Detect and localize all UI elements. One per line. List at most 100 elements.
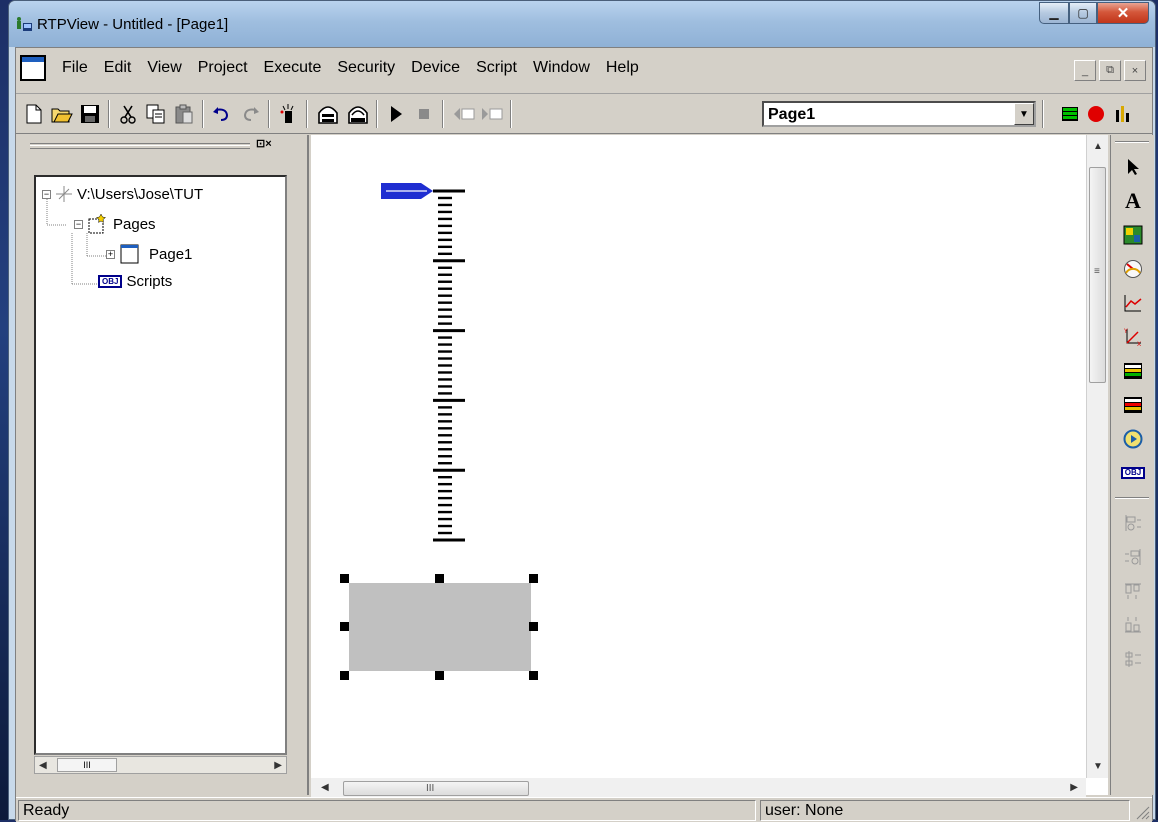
scale-pointer[interactable] — [381, 183, 433, 199]
selected-rectangle[interactable] — [340, 574, 538, 680]
menu-execute[interactable]: Execute — [256, 59, 330, 77]
paste-icon[interactable] — [172, 102, 196, 126]
project-icon — [56, 186, 72, 202]
close-button[interactable]: ✕ — [1097, 2, 1149, 24]
minimize-button[interactable]: ▁ — [1039, 2, 1069, 24]
mdi-minimize-button[interactable]: _ — [1074, 60, 1096, 81]
tree-item-scripts[interactable]: OBJ Scripts — [98, 273, 172, 290]
menu-window[interactable]: Window — [525, 59, 598, 77]
tree-item-root[interactable]: − V:\Users\Jose\TUT — [42, 185, 203, 203]
collapse-icon[interactable]: − — [74, 219, 83, 229]
toolbar-separator — [268, 100, 270, 128]
build-icon[interactable] — [316, 102, 340, 126]
scroll-left-icon[interactable]: ◀ — [39, 760, 47, 771]
menu-edit[interactable]: Edit — [96, 59, 140, 77]
vertical-scale[interactable] — [433, 189, 465, 542]
pages-icon — [88, 213, 107, 234]
tree-item-pages[interactable]: − Pages — [74, 213, 156, 235]
record-icon[interactable] — [1084, 102, 1108, 126]
tree-pages-label: Pages — [113, 215, 156, 233]
page-select[interactable]: Page1 ▼ — [762, 101, 1036, 127]
palette-grip[interactable] — [1115, 141, 1149, 143]
page-icon — [120, 244, 139, 264]
gauge-tool-icon[interactable] — [1121, 257, 1145, 281]
menu-items: File Edit View Project Execute Security … — [54, 59, 647, 77]
align-right-icon[interactable] — [1121, 545, 1145, 569]
build-all-icon[interactable] — [346, 102, 370, 126]
event-tool-icon[interactable] — [1121, 393, 1145, 417]
tree-item-page1[interactable]: + Page1 — [106, 243, 192, 265]
scroll-down-icon[interactable]: ▼ — [1093, 761, 1103, 772]
menu-security[interactable]: Security — [329, 59, 403, 77]
magic-icon[interactable] — [276, 102, 300, 126]
scroll-thumb[interactable]: III — [343, 781, 529, 796]
document-icon[interactable] — [20, 55, 46, 81]
menu-device[interactable]: Device — [403, 59, 468, 77]
canvas-vertical-scrollbar[interactable]: ▲ ≡ ▼ — [1086, 135, 1108, 778]
align-bottom-icon[interactable] — [1121, 613, 1145, 637]
stop-icon[interactable] — [412, 102, 436, 126]
redo-icon[interactable] — [238, 102, 262, 126]
scroll-thumb[interactable]: III — [57, 758, 117, 772]
scroll-right-icon[interactable]: ▶ — [274, 760, 282, 771]
menu-view[interactable]: View — [139, 59, 189, 77]
copy-icon[interactable] — [144, 102, 168, 126]
new-icon[interactable] — [22, 102, 46, 126]
media-tool-icon[interactable] — [1121, 427, 1145, 451]
toolbar-separator — [510, 100, 512, 128]
bitmap-tool-icon[interactable] — [1121, 223, 1145, 247]
align-left-icon[interactable] — [1121, 511, 1145, 535]
status-bar: Ready user: None — [16, 797, 1152, 822]
text-tool-icon[interactable]: A — [1121, 189, 1145, 213]
toolbar-separator — [202, 100, 204, 128]
collapse-icon[interactable]: − — [42, 189, 51, 199]
align-top-icon[interactable] — [1121, 579, 1145, 603]
next-page-icon[interactable] — [480, 102, 504, 126]
toolbar-separator — [306, 100, 308, 128]
minimize-icon: _ — [1081, 64, 1089, 77]
scroll-right-icon[interactable]: ▶ — [1070, 782, 1078, 793]
green-bars-icon[interactable] — [1058, 102, 1082, 126]
bar-chart-icon[interactable] — [1110, 102, 1134, 126]
chevron-down-icon[interactable]: ▼ — [1014, 103, 1034, 125]
expand-icon[interactable]: + — [106, 249, 115, 259]
menu-project[interactable]: Project — [190, 59, 256, 77]
project-pane: ⊡× − V:\Users\Jose\TUT − Pages + Page1 O… — [16, 135, 309, 795]
canvas-horizontal-scrollbar[interactable]: ◀ III ▶ — [311, 778, 1086, 798]
pointer-icon[interactable] — [1121, 155, 1145, 179]
mdi-restore-button[interactable]: ⧉ — [1099, 60, 1121, 81]
obj-badge: OBJ — [1120, 467, 1146, 479]
thumb-grip-icon: ≡ — [1094, 266, 1100, 277]
menu-script[interactable]: Script — [468, 59, 525, 77]
maximize-button[interactable]: ▢ — [1069, 2, 1097, 24]
scroll-left-icon[interactable]: ◀ — [321, 782, 329, 793]
trend-tool-icon[interactable] — [1121, 291, 1145, 315]
pane-grip[interactable] — [30, 143, 250, 149]
center-horizontal-icon[interactable] — [1121, 647, 1145, 671]
xy-plot-tool-icon[interactable]: YX — [1121, 325, 1145, 349]
scroll-thumb[interactable]: ≡ — [1089, 167, 1106, 383]
tree-horizontal-scrollbar[interactable]: ◀ III ▶ — [34, 756, 287, 774]
maximize-icon: ▢ — [1077, 6, 1089, 20]
design-canvas[interactable] — [311, 135, 1108, 795]
close-icon: ✕ — [1116, 5, 1130, 22]
scripts-icon: OBJ — [98, 275, 123, 288]
cut-icon[interactable] — [116, 102, 140, 126]
scroll-up-icon[interactable]: ▲ — [1093, 141, 1103, 152]
menu-bar: File Edit View Project Execute Security … — [16, 48, 1152, 94]
mdi-close-button[interactable]: × — [1124, 60, 1146, 81]
menu-help[interactable]: Help — [598, 59, 647, 77]
obj-tool-icon[interactable]: OBJ — [1120, 461, 1146, 485]
alarm-tool-icon[interactable] — [1121, 359, 1145, 383]
pane-controls[interactable]: ⊡× — [256, 137, 272, 150]
resize-grip-icon[interactable] — [1134, 804, 1150, 820]
menu-file[interactable]: File — [54, 59, 96, 77]
toolbar-separator — [442, 100, 444, 128]
open-icon[interactable] — [50, 102, 74, 126]
save-icon[interactable] — [78, 102, 102, 126]
prev-page-icon[interactable] — [452, 102, 476, 126]
palette-separator — [1115, 497, 1149, 499]
undo-icon[interactable] — [210, 102, 234, 126]
run-icon[interactable] — [384, 102, 408, 126]
client-area: File Edit View Project Execute Security … — [15, 47, 1154, 822]
